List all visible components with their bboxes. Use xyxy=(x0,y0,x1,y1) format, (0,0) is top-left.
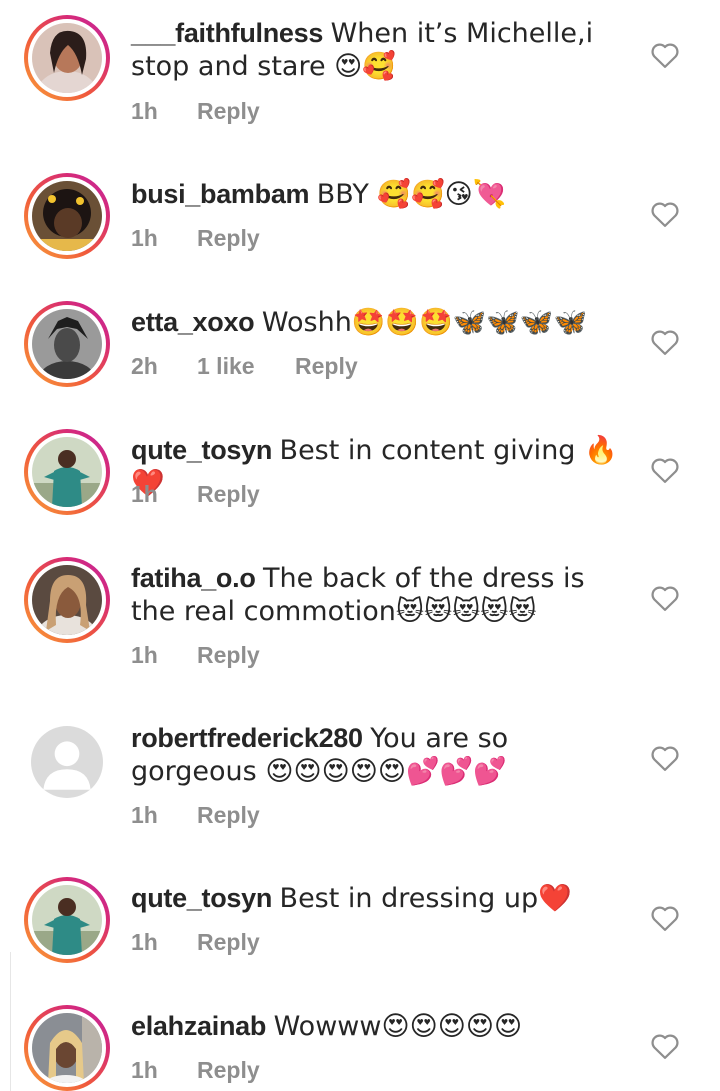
reply-button[interactable]: Reply xyxy=(197,1055,260,1085)
reply-button[interactable]: Reply xyxy=(197,96,260,126)
avatar[interactable] xyxy=(24,719,110,805)
comment-likes[interactable]: 1 like xyxy=(197,351,295,381)
comment-time: 1h xyxy=(131,98,158,124)
comment-time: 1h xyxy=(131,481,158,507)
heart-outline-icon[interactable] xyxy=(650,328,680,356)
comment-text: Wowww😍😍😍😍😍 xyxy=(273,1011,523,1042)
comment-meta: 1h Reply xyxy=(131,223,260,253)
reply-button[interactable]: Reply xyxy=(295,351,358,381)
comment-time: 1h xyxy=(131,225,158,251)
comment-username[interactable]: qute_tosyn xyxy=(131,435,272,465)
avatar[interactable] xyxy=(24,557,110,643)
comment-time: 1h xyxy=(131,642,158,668)
reply-button[interactable]: Reply xyxy=(197,640,260,670)
heart-outline-icon[interactable] xyxy=(650,584,680,612)
comment-meta: 2h 1 like Reply xyxy=(131,351,358,381)
heart-outline-icon[interactable] xyxy=(650,200,680,228)
avatar[interactable] xyxy=(24,173,110,259)
heart-outline-icon[interactable] xyxy=(650,904,680,932)
comment-meta: 1h Reply xyxy=(131,800,260,830)
comment-username[interactable]: ___faithfulness xyxy=(131,18,323,48)
heart-outline-icon[interactable] xyxy=(650,1032,680,1060)
comment-time: 1h xyxy=(131,1057,158,1083)
heart-outline-icon[interactable] xyxy=(650,744,680,772)
person-silhouette-icon xyxy=(31,726,103,798)
comment-username[interactable]: elahzainab xyxy=(131,1011,266,1041)
comment-time: 1h xyxy=(131,802,158,828)
comment-username[interactable]: etta_xoxo xyxy=(131,307,255,337)
comment-username[interactable]: robertfrederick280 xyxy=(131,723,363,753)
comment-meta: 1h Reply xyxy=(131,96,260,126)
avatar[interactable] xyxy=(24,1005,110,1091)
heart-outline-icon[interactable] xyxy=(650,456,680,484)
avatar[interactable] xyxy=(24,15,110,101)
comment-meta: 1h Reply xyxy=(131,927,260,957)
reply-button[interactable]: Reply xyxy=(197,479,260,509)
reply-button[interactable]: Reply xyxy=(197,223,260,253)
comment-username[interactable]: fatiha_o.o xyxy=(131,563,256,593)
comment-text: Best in dressing up❤️ xyxy=(279,883,572,914)
comment-text: BBY 🥰🥰😘💘 xyxy=(316,179,507,210)
comment-username[interactable]: busi_bambam xyxy=(131,179,310,209)
comment-meta: 1h Reply xyxy=(131,1055,260,1085)
comment-meta: 1h Reply xyxy=(131,479,260,509)
comment-text: Woshh🤩🤩🤩🦋🦋🦋🦋 xyxy=(261,307,588,338)
avatar[interactable] xyxy=(24,877,110,963)
reply-button[interactable]: Reply xyxy=(197,800,260,830)
reply-button[interactable]: Reply xyxy=(197,927,260,957)
heart-outline-icon[interactable] xyxy=(650,41,680,69)
avatar[interactable] xyxy=(24,429,110,515)
comment-time: 1h xyxy=(131,929,158,955)
comments-list: ___faithfulness When it’s Michelle,i sto… xyxy=(0,0,720,1091)
comment-username[interactable]: qute_tosyn xyxy=(131,883,272,913)
comment-time: 2h xyxy=(131,353,158,379)
avatar[interactable] xyxy=(24,301,110,387)
comment-meta: 1h Reply xyxy=(131,640,260,670)
sheet-edge-divider xyxy=(10,952,11,1091)
